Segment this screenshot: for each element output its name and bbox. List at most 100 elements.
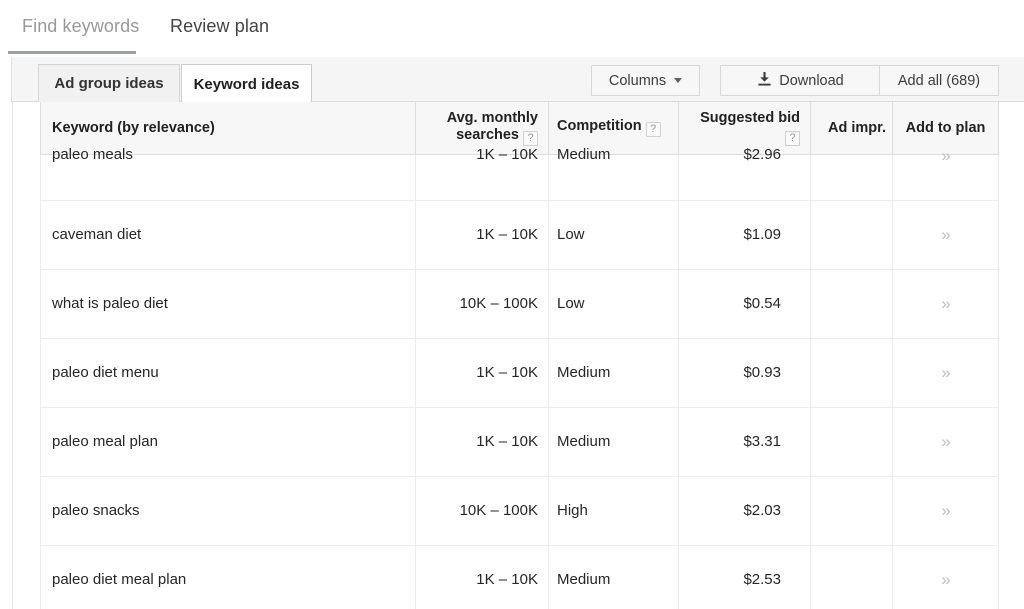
add-to-plan-button[interactable]: »: [892, 199, 999, 270]
cell-avg-searches: 1K – 10K: [415, 406, 549, 477]
table-row[interactable]: paleo snacks 10K – 100K High $2.03 »: [40, 475, 999, 546]
cell-ad-impr: [810, 337, 893, 408]
column-header-ad-impr-label: Ad impr.: [827, 119, 886, 136]
column-header-avg-monthly-searches-text: Avg. monthly searches?: [426, 110, 538, 146]
cell-competition-text: Medium: [557, 145, 611, 163]
cell-keyword[interactable]: paleo meal plan: [40, 406, 416, 477]
subtab-bar-left-edge: [0, 57, 12, 102]
cell-keyword-text: paleo diet meal plan: [52, 571, 187, 588]
help-icon-avg-monthly-searches[interactable]: ?: [523, 130, 538, 146]
cell-keyword-text: paleo diet menu: [52, 364, 159, 381]
cell-keyword-text: paleo meal plan: [52, 433, 158, 450]
cell-competition: High: [548, 475, 679, 546]
cell-keyword-text: caveman diet: [52, 226, 142, 243]
cell-avg-searches: 10K – 100K: [415, 475, 549, 546]
add-to-plan-button[interactable]: »: [892, 146, 999, 201]
chevron-down-icon: [674, 78, 683, 83]
cell-keyword[interactable]: paleo diet meal plan: [40, 544, 416, 609]
nav-tab-review-plan[interactable]: Review plan: [170, 16, 269, 37]
cell-avg-searches: 10K – 100K: [415, 268, 549, 339]
cell-suggested-bid-text: $2.96: [743, 145, 781, 163]
cell-ad-impr: [810, 199, 893, 270]
table-row[interactable]: what is paleo diet 10K – 100K Low $0.54 …: [40, 268, 999, 339]
download-icon: [757, 71, 772, 91]
cell-suggested-bid-text: $0.54: [743, 295, 781, 312]
cell-avg-searches: 1K – 10K: [415, 544, 549, 609]
cell-avg-searches-text: 1K – 10K: [476, 433, 538, 450]
cell-keyword[interactable]: what is paleo diet: [40, 268, 416, 339]
add-to-plan-button[interactable]: »: [892, 475, 999, 546]
subtab-bar: Ad group ideas Keyword ideas Columns Dow…: [0, 57, 1024, 103]
cell-keyword-text: paleo meals: [52, 145, 133, 163]
cell-competition-text: Medium: [557, 364, 611, 381]
tab-keyword-ideas[interactable]: Keyword ideas: [181, 64, 312, 103]
cell-suggested-bid-text: $3.31: [743, 433, 781, 450]
column-header-ad-impr[interactable]: Ad impr.: [810, 102, 893, 155]
column-header-suggested-bid-text: Suggested bid ?: [689, 110, 800, 146]
active-nav-underline: [8, 51, 136, 54]
columns-button-label: Columns: [608, 72, 667, 89]
add-to-plan-button[interactable]: »: [892, 337, 999, 408]
column-header-add-to-plan-label: Add to plan: [905, 119, 986, 136]
help-icon-competition[interactable]: ?: [645, 122, 661, 138]
table-row[interactable]: caveman diet 1K – 10K Low $1.09 »: [40, 199, 999, 270]
primary-nav: Find keywords Review plan: [0, 0, 1024, 57]
table-row[interactable]: paleo meal plan 1K – 10K Medium $3.31 »: [40, 406, 999, 477]
cell-avg-searches-text: 10K – 100K: [459, 295, 538, 312]
cell-suggested-bid-text: $2.53: [743, 571, 781, 588]
cell-ad-impr: [810, 544, 893, 609]
cell-suggested-bid-text: $2.03: [743, 502, 781, 519]
suggested-bid-line1: Suggested bid: [700, 109, 800, 126]
cell-keyword[interactable]: paleo snacks: [40, 475, 416, 546]
add-to-plan-button[interactable]: »: [892, 544, 999, 609]
table-row[interactable]: paleo diet menu 1K – 10K Medium $0.93 »: [40, 337, 999, 408]
cell-avg-searches: 1K – 10K: [415, 337, 549, 408]
cell-ad-impr: [810, 475, 893, 546]
avg-searches-line2-wrap: searches?: [426, 127, 538, 146]
cell-competition: Low: [548, 268, 679, 339]
cell-avg-searches-text: 1K – 10K: [476, 145, 538, 163]
avg-searches-line1: Avg. monthly: [446, 109, 538, 126]
help-icon-suggested-bid[interactable]: ?: [785, 130, 800, 146]
table-body: paleo meals 1K – 10K Medium $2.96 » cave…: [40, 146, 999, 609]
cell-avg-searches-text: 1K – 10K: [476, 571, 538, 588]
table-row[interactable]: paleo diet meal plan 1K – 10K Medium $2.…: [40, 544, 999, 609]
suggested-bid-line2-wrap: ?: [689, 127, 800, 146]
double-chevron-right-icon: »: [941, 293, 951, 313]
column-header-competition-label: Competition: [557, 118, 642, 135]
cell-keyword-text: what is paleo diet: [52, 295, 168, 312]
table-left-gutter: [12, 102, 13, 609]
download-button[interactable]: Download: [720, 65, 881, 96]
avg-searches-line2: searches: [456, 126, 519, 143]
cell-suggested-bid: $1.09: [678, 199, 811, 270]
cell-keyword[interactable]: paleo diet menu: [40, 337, 416, 408]
cell-suggested-bid: $0.54: [678, 268, 811, 339]
download-button-label: Download: [779, 72, 844, 89]
double-chevron-right-icon: »: [941, 362, 951, 382]
add-all-button[interactable]: Add all (689): [879, 65, 999, 96]
cell-suggested-bid: $2.53: [678, 544, 811, 609]
add-to-plan-button[interactable]: »: [892, 268, 999, 339]
cell-competition-text: High: [557, 502, 588, 519]
double-chevron-right-icon: »: [941, 569, 951, 589]
cell-competition-text: Medium: [557, 433, 611, 450]
add-to-plan-button[interactable]: »: [892, 406, 999, 477]
nav-tab-find-keywords[interactable]: Find keywords: [22, 16, 139, 37]
columns-button[interactable]: Columns: [591, 65, 700, 96]
cell-suggested-bid-text: $0.93: [743, 364, 781, 381]
cell-ad-impr: [810, 268, 893, 339]
cell-avg-searches-text: 10K – 100K: [459, 502, 538, 519]
column-header-keyword-label: Keyword (by relevance): [52, 119, 215, 136]
cell-keyword[interactable]: paleo meals: [40, 146, 416, 201]
cell-competition: Medium: [548, 406, 679, 477]
cell-competition-text: Medium: [557, 571, 611, 588]
cell-keyword-text: paleo snacks: [52, 502, 140, 519]
cell-suggested-bid: $2.03: [678, 475, 811, 546]
table-row[interactable]: paleo meals 1K – 10K Medium $2.96 »: [40, 146, 999, 201]
cell-keyword[interactable]: caveman diet: [40, 199, 416, 270]
cell-suggested-bid: $0.93: [678, 337, 811, 408]
tab-ad-group-ideas[interactable]: Ad group ideas: [38, 64, 180, 102]
double-chevron-right-icon: »: [941, 431, 951, 451]
cell-ad-impr: [810, 153, 893, 201]
cell-avg-searches-text: 1K – 10K: [476, 364, 538, 381]
